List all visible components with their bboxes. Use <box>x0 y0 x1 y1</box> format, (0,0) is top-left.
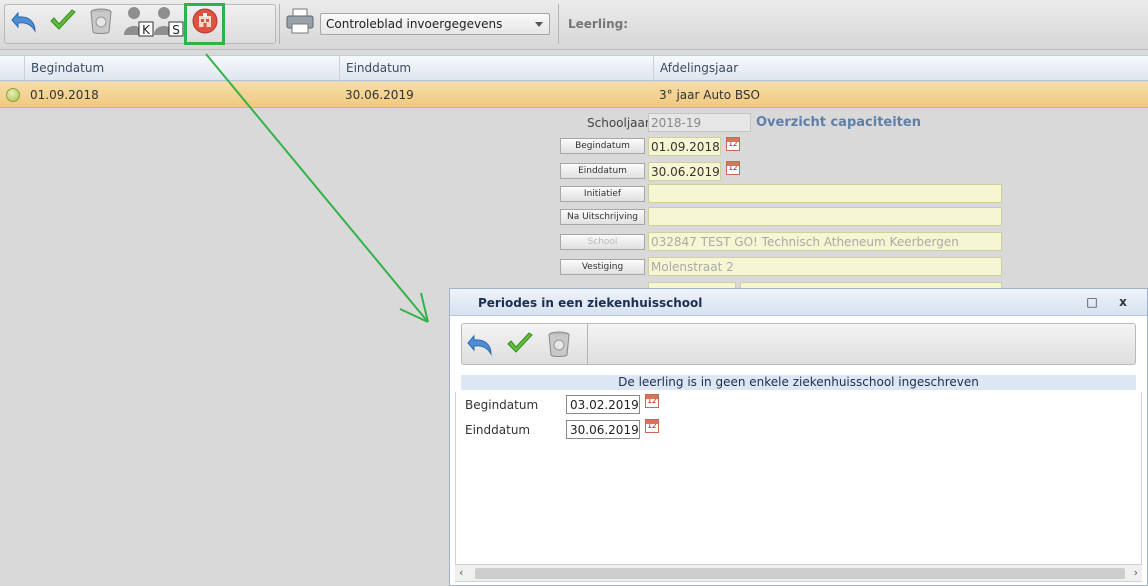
dialog-delete-button[interactable] <box>542 327 576 361</box>
schooljaar-label: Schooljaar <box>587 116 650 130</box>
hospital-button-highlight <box>184 3 225 45</box>
person-k-button[interactable]: K <box>122 4 156 38</box>
chevron-down-icon <box>535 22 543 27</box>
undo-button[interactable] <box>8 4 42 38</box>
dialog-body <box>455 392 1142 582</box>
vestiging-button[interactable]: Vestiging <box>560 259 645 275</box>
report-select-value: Controleblad invoergegevens <box>326 17 503 31</box>
save-button[interactable] <box>46 4 80 38</box>
toolbar-separator <box>558 4 559 44</box>
checkmark-icon <box>507 332 533 353</box>
einddatum-field[interactable]: 30.06.2019 <box>648 162 721 181</box>
school-field: 032847 TEST GO! Technisch Atheneum Keerb… <box>648 232 1002 251</box>
begindatum-field[interactable]: 01.09.2018 <box>648 137 721 156</box>
overzicht-capaciteiten-link[interactable]: Overzicht capaciteiten <box>756 115 921 130</box>
leerling-label: Leerling: <box>568 17 628 31</box>
trash-bin-icon <box>548 331 570 357</box>
begindatum-button[interactable]: Begindatum <box>560 138 645 154</box>
maximize-icon[interactable]: □ <box>1085 295 1099 309</box>
undo-arrow-icon <box>467 334 492 356</box>
column-header-afdelingsjaar[interactable]: Afdelingsjaar <box>653 56 1148 81</box>
dialog-title-bar[interactable]: Periodes in een ziekenhuisschool □ x <box>450 289 1147 316</box>
grid-header: Begindatum Einddatum Afdelingsjaar <box>0 55 1148 81</box>
toolbar-separator <box>279 4 280 44</box>
close-icon[interactable]: x <box>1116 295 1130 309</box>
scroll-right-icon[interactable]: › <box>1134 566 1138 579</box>
initiatief-field[interactable] <box>648 184 1002 203</box>
person-s-button[interactable]: S <box>152 4 186 38</box>
horizontal-scrollbar[interactable]: ‹ › <box>455 564 1142 581</box>
print-button[interactable] <box>283 4 317 38</box>
dialog-title: Periodes in een ziekenhuisschool <box>478 296 703 310</box>
dialog-save-button[interactable] <box>503 327 537 361</box>
dialog-einddatum-field[interactable]: 30.06.2019 <box>566 420 640 439</box>
cell-einddatum: 30.06.2019 <box>345 88 414 102</box>
printer-icon <box>286 8 314 34</box>
dialog-begindatum-field[interactable]: 03.02.2019 <box>566 395 640 414</box>
na-uitschrijving-field[interactable] <box>648 207 1002 226</box>
main-toolbar: K S Controleblad invoergegevens Leerling… <box>0 0 1148 50</box>
initiatief-button[interactable]: Initiatief <box>560 186 645 202</box>
dialog-message: De leerling is in geen enkele ziekenhuis… <box>461 375 1136 390</box>
na-uitschrijving-button[interactable]: Na Uitschrijving <box>560 209 645 225</box>
dialog-undo-button[interactable] <box>464 327 498 361</box>
grid-header-indicator <box>0 56 24 81</box>
cell-afdelingsjaar: 3° jaar Auto BSO <box>659 88 760 102</box>
person-k-icon: K <box>124 7 154 37</box>
cell-begindatum: 01.09.2018 <box>30 88 99 102</box>
calendar-icon[interactable]: 12 <box>726 137 740 151</box>
checkmark-icon <box>50 9 76 30</box>
person-s-letter: S <box>172 23 180 37</box>
calendar-icon[interactable]: 12 <box>645 394 659 408</box>
trash-bin-icon <box>90 8 112 34</box>
calendar-icon[interactable]: 12 <box>645 419 659 433</box>
scrollbar-thumb[interactable] <box>475 568 1125 579</box>
table-row[interactable]: 01.09.2018 30.06.2019 3° jaar Auto BSO <box>0 82 1148 108</box>
report-select[interactable]: Controleblad invoergegevens <box>320 13 550 35</box>
status-dot-icon <box>6 88 20 102</box>
scroll-left-icon[interactable]: ‹ <box>459 566 463 579</box>
dialog-begindatum-label: Begindatum <box>465 398 539 412</box>
school-button: School <box>560 234 645 250</box>
undo-arrow-icon <box>11 11 36 33</box>
dialog-einddatum-label: Einddatum <box>465 423 531 437</box>
person-k-letter: K <box>142 23 151 37</box>
ziekenhuisschool-dialog: Periodes in een ziekenhuisschool □ x De … <box>449 288 1148 586</box>
person-s-icon: S <box>154 7 184 37</box>
column-header-begindatum[interactable]: Begindatum <box>24 56 341 81</box>
delete-button[interactable] <box>84 4 118 38</box>
schooljaar-field: 2018-19 <box>648 113 751 132</box>
dialog-toolbar <box>461 323 1136 365</box>
calendar-icon[interactable]: 12 <box>726 161 740 175</box>
column-header-einddatum[interactable]: Einddatum <box>339 56 653 81</box>
einddatum-button[interactable]: Einddatum <box>560 163 645 179</box>
toolbar-separator <box>587 324 588 364</box>
vestiging-field[interactable]: Molenstraat 2 <box>648 257 1002 276</box>
